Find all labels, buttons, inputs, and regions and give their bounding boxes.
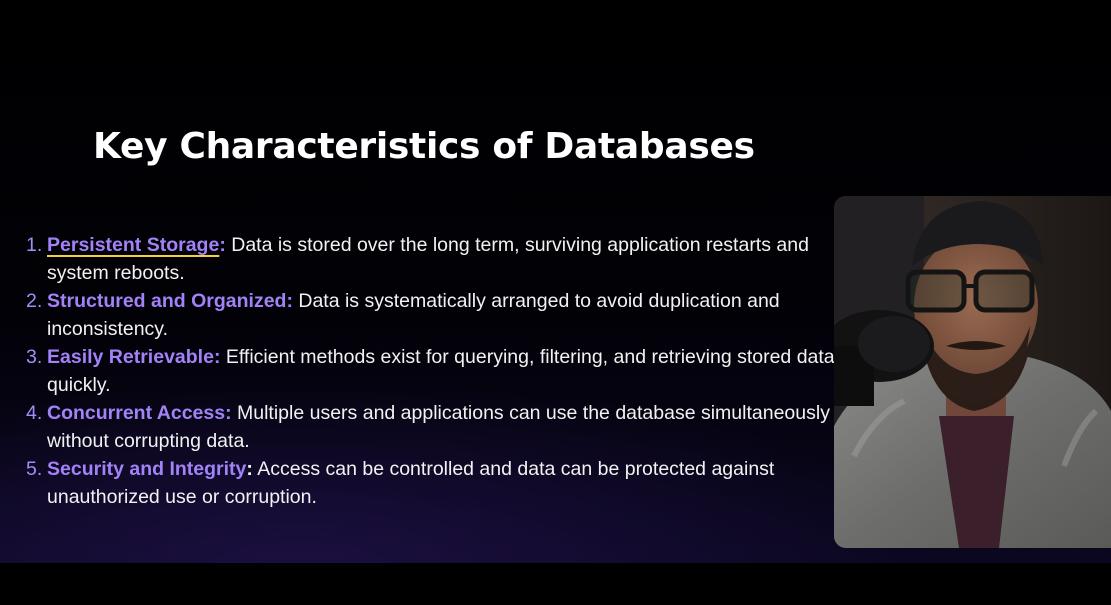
item-number: 1. [26, 234, 43, 256]
item-term: Easily Retrievable [47, 346, 214, 368]
letterbox-bar [0, 563, 1111, 605]
item-term: Security and Integrity [47, 458, 247, 480]
item-term: Structured and Organized [47, 290, 287, 312]
item-term: Concurrent Access [47, 402, 226, 424]
list-item: 2. Structured and Organized: Data is syst… [26, 287, 836, 343]
list-item: 5. Security and Integrity: Access can be … [26, 455, 836, 511]
item-number: 2. [26, 290, 43, 312]
item-term: Persistent Storage [47, 234, 220, 256]
presentation-slide: Key Characteristics of Databases 1. Persi… [0, 0, 1111, 563]
item-number: 3. [26, 346, 43, 368]
characteristics-list: 1. Persistent Storage: Data is stored ove… [26, 231, 836, 511]
list-item: 3. Easily Retrievable: Efficient methods … [26, 343, 836, 399]
list-item: 4. Concurrent Access: Multiple users and … [26, 399, 836, 455]
slide-title: Key Characteristics of Databases [93, 126, 755, 167]
presenter-video-icon [834, 196, 1111, 548]
item-number: 5. [26, 458, 43, 480]
video-frame: Key Characteristics of Databases 1. Persi… [0, 0, 1111, 605]
item-number: 4. [26, 402, 43, 424]
list-item: 1. Persistent Storage: Data is stored ove… [26, 231, 836, 287]
presenter-webcam [834, 196, 1111, 548]
